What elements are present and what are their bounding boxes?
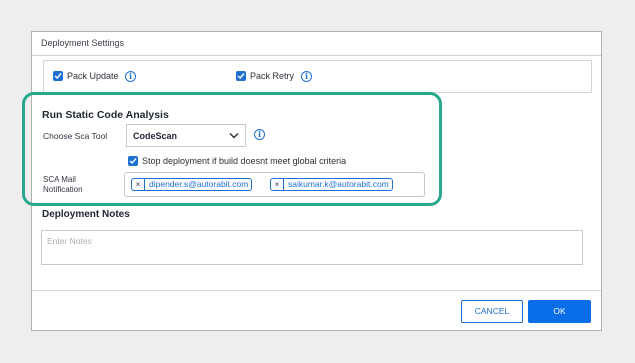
dialog-title: Deployment Settings [41, 38, 125, 48]
email-tag[interactable]: × dipender.s@autorabit.com [131, 178, 253, 191]
sca-mail-label-line2: Notification [43, 185, 83, 194]
dialog-header: Deployment Settings [32, 32, 601, 56]
pack-update-label: Pack Update [67, 71, 119, 81]
deployment-notes-title: Deployment Notes [42, 209, 130, 220]
sca-section-title: Run Static Code Analysis [42, 109, 169, 121]
close-icon[interactable]: × [271, 179, 284, 190]
pack-update-checkbox[interactable] [53, 71, 63, 81]
cancel-button[interactable]: CANCEL [461, 300, 523, 323]
notes-placeholder: Enter Notes [47, 236, 92, 246]
email-tag-text: dipender.s@autorabit.com [149, 179, 249, 189]
checkbox-checked-icon [237, 73, 245, 80]
close-icon[interactable]: × [132, 179, 145, 190]
info-icon[interactable]: i [254, 129, 265, 140]
stop-deployment-checkbox[interactable] [128, 156, 138, 166]
info-icon[interactable]: i [125, 71, 136, 82]
pack-retry-label: Pack Retry [250, 71, 295, 81]
sca-mail-label-line1: SCA Mail [43, 175, 76, 184]
sca-tool-value: CodeScan [133, 131, 178, 141]
email-tag-text: saikumar.k@autorabit.com [288, 179, 389, 189]
deployment-notes-input[interactable]: Enter Notes [41, 230, 583, 265]
checkbox-checked-icon [54, 73, 62, 80]
chevron-down-icon [229, 133, 239, 139]
ok-button[interactable]: OK [528, 300, 591, 323]
sca-tool-label: Choose Sca Tool [43, 131, 108, 141]
sca-tool-select[interactable]: CodeScan [126, 124, 246, 147]
stop-deployment-label: Stop deployment if build doesnt meet glo… [142, 156, 347, 166]
info-icon[interactable]: i [301, 71, 312, 82]
pack-retry-checkbox[interactable] [236, 71, 246, 81]
sca-mail-input[interactable]: × dipender.s@autorabit.com × saikumar.k@au… [124, 172, 425, 197]
email-tag[interactable]: × saikumar.k@autorabit.com [270, 178, 393, 191]
footer-divider [32, 290, 601, 291]
checkbox-checked-icon [129, 158, 137, 165]
